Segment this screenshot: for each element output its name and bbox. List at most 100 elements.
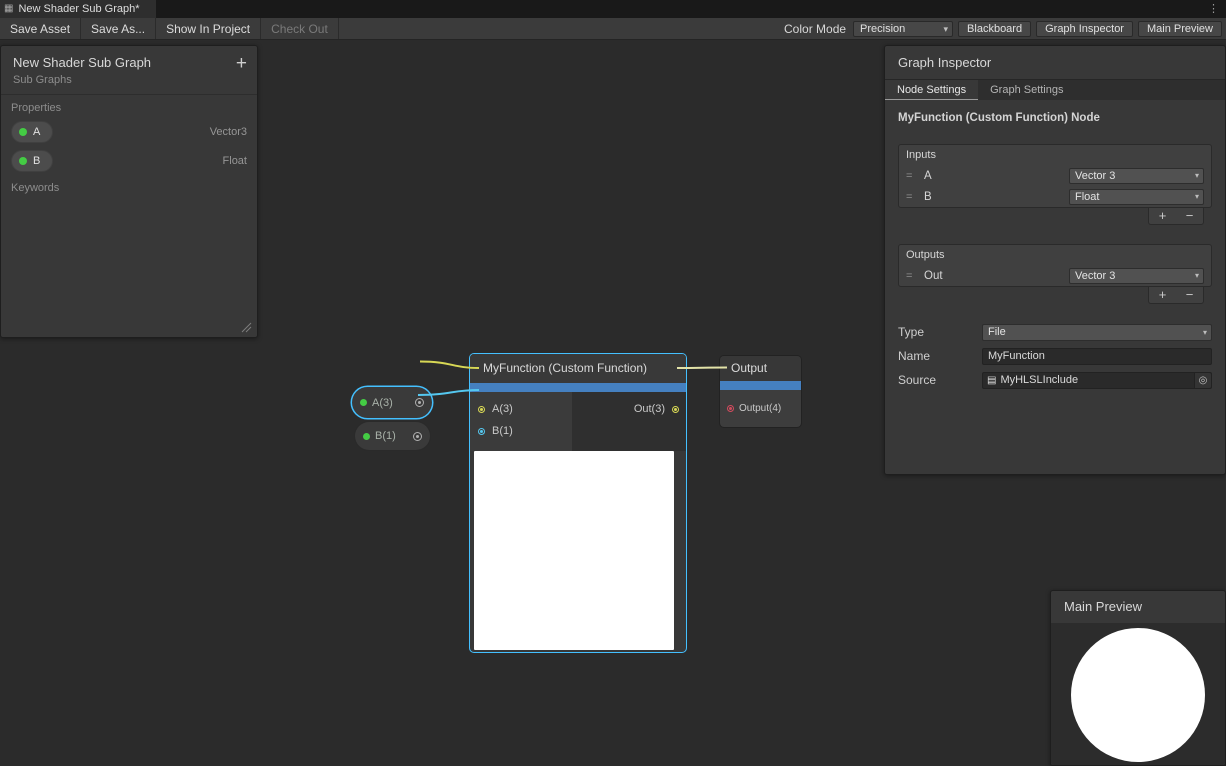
output-port-out[interactable]: Out(3)	[572, 398, 686, 420]
graph-inspector-panel: Graph Inspector Node Settings Graph Sett…	[884, 45, 1226, 475]
save-asset-button[interactable]: Save Asset	[0, 18, 81, 39]
add-property-button[interactable]: +	[236, 55, 247, 73]
property-node-label: A(3)	[372, 397, 393, 409]
node-myfunction[interactable]: MyFunction (Custom Function) A(3) B(1) O…	[470, 354, 686, 652]
input-name: B	[924, 191, 932, 203]
chevron-down-icon: ▾	[944, 22, 949, 36]
property-row-a[interactable]: A Vector3	[1, 117, 257, 146]
main-preview-panel: Main Preview	[1050, 590, 1226, 766]
precision-dropdown-value: Precision	[860, 23, 905, 35]
port-dot-vector4-icon[interactable]	[727, 405, 734, 412]
check-out-button: Check Out	[261, 18, 339, 39]
port-dot-vector3-icon[interactable]	[672, 406, 679, 413]
dropdown-value: Float	[1075, 191, 1099, 203]
name-field-row: Name MyFunction	[898, 347, 1212, 365]
main-preview-title[interactable]: Main Preview	[1051, 591, 1225, 623]
dropdown-value: Vector 3	[1075, 270, 1115, 282]
input-row-a[interactable]: = A Vector 3 ▾	[899, 165, 1211, 186]
chevron-down-icon: ▾	[1195, 270, 1199, 282]
input-type-dropdown[interactable]: Float ▾	[1069, 189, 1204, 205]
port-dot-float-icon[interactable]	[478, 428, 485, 435]
output-port-column: Out(3)	[572, 392, 686, 451]
main-preview-toggle-button[interactable]: Main Preview	[1138, 21, 1222, 37]
dropdown-value: File	[988, 326, 1006, 338]
exposed-dot-icon	[19, 128, 27, 136]
output-type-dropdown[interactable]: Vector 3 ▾	[1069, 268, 1204, 284]
drag-handle-icon[interactable]: =	[906, 170, 918, 182]
save-as-button[interactable]: Save As...	[81, 18, 156, 39]
inputs-list: Inputs = A Vector 3 ▾ = B Float ▾	[898, 144, 1212, 208]
document-tab[interactable]: ▦ New Shader Sub Graph*	[0, 0, 156, 18]
node-output[interactable]: Output Output(4)	[720, 356, 801, 427]
output-socket-icon[interactable]	[413, 432, 422, 441]
blackboard-subtitle: Sub Graphs	[13, 74, 245, 86]
exposed-dot-icon	[360, 399, 367, 406]
keywords-section-label: Keywords	[1, 175, 257, 197]
inputs-list-footer: + −	[1148, 208, 1204, 225]
tab-graph-settings[interactable]: Graph Settings	[978, 80, 1075, 100]
blackboard-panel: New Shader Sub Graph Sub Graphs + Proper…	[0, 45, 258, 338]
name-input[interactable]: MyFunction	[982, 348, 1212, 365]
resize-grip[interactable]	[241, 322, 252, 333]
graph-toolbar: Save Asset Save As... Show In Project Ch…	[0, 18, 1226, 40]
input-port-a[interactable]: A(3)	[470, 398, 572, 420]
graph-inspector-title[interactable]: Graph Inspector	[885, 46, 1225, 79]
property-pill[interactable]: A	[11, 121, 53, 143]
tab-title: New Shader Sub Graph*	[18, 3, 139, 15]
property-node-a[interactable]: A(3)	[352, 387, 432, 418]
property-name: A	[33, 126, 40, 138]
source-label: Source	[898, 373, 982, 387]
property-type-label: Float	[223, 155, 247, 167]
chevron-down-icon: ▾	[1195, 170, 1199, 182]
show-in-project-button[interactable]: Show In Project	[156, 18, 261, 39]
chevron-down-icon: ▾	[1195, 191, 1199, 203]
blackboard-toggle-button[interactable]: Blackboard	[958, 21, 1031, 37]
object-picker-icon[interactable]: ◎	[1194, 373, 1211, 388]
output-socket-icon[interactable]	[415, 398, 424, 407]
graph-inspector-toggle-button[interactable]: Graph Inspector	[1036, 21, 1133, 37]
outputs-list-footer: + −	[1148, 287, 1204, 304]
node-title[interactable]: MyFunction (Custom Function)	[470, 354, 686, 383]
unity-logo-icon: ▦	[4, 0, 13, 18]
type-dropdown[interactable]: File ▾	[982, 324, 1212, 341]
window-tab-bar: ▦ New Shader Sub Graph* ⋮	[0, 0, 1226, 18]
exposed-dot-icon	[19, 157, 27, 165]
input-type-dropdown[interactable]: Vector 3 ▾	[1069, 168, 1204, 184]
property-row-b[interactable]: B Float	[1, 146, 257, 175]
port-dot-vector3-icon[interactable]	[478, 406, 485, 413]
output-row-out[interactable]: = Out Vector 3 ▾	[899, 265, 1211, 286]
blackboard-header[interactable]: New Shader Sub Graph Sub Graphs +	[1, 46, 257, 95]
output-name: Out	[924, 270, 943, 282]
tab-node-settings[interactable]: Node Settings	[885, 80, 978, 100]
add-input-button[interactable]: +	[1149, 208, 1176, 224]
input-row-b[interactable]: = B Float ▾	[899, 186, 1211, 207]
source-object-field[interactable]: ▤ MyHLSLInclude ◎	[982, 372, 1212, 389]
input-port-b[interactable]: B(1)	[470, 420, 572, 442]
main-preview-viewport[interactable]	[1051, 623, 1225, 765]
properties-section-label: Properties	[1, 95, 257, 117]
node-preview-area	[470, 451, 686, 652]
remove-output-button[interactable]: −	[1176, 287, 1203, 303]
outputs-list: Outputs = Out Vector 3 ▾ + −	[898, 244, 1212, 287]
blackboard-title: New Shader Sub Graph	[13, 55, 245, 70]
node-title[interactable]: Output	[720, 356, 801, 381]
name-label: Name	[898, 349, 982, 363]
remove-input-button[interactable]: −	[1176, 208, 1203, 224]
property-node-label: B(1)	[375, 430, 396, 442]
property-type-label: Vector3	[210, 126, 247, 138]
inspector-tabs: Node Settings Graph Settings	[885, 79, 1225, 100]
source-field-row: Source ▤ MyHLSLInclude ◎	[898, 371, 1212, 389]
add-output-button[interactable]: +	[1149, 287, 1176, 303]
exposed-dot-icon	[363, 433, 370, 440]
precision-dropdown[interactable]: Precision ▾	[853, 21, 953, 37]
property-name: B	[33, 155, 40, 167]
node-color-strip	[470, 383, 686, 392]
file-icon: ▤	[987, 373, 996, 388]
shader-preview-image	[474, 451, 674, 650]
window-menu-icon[interactable]: ⋮	[1201, 0, 1226, 18]
property-pill[interactable]: B	[11, 150, 53, 172]
drag-handle-icon[interactable]: =	[906, 270, 918, 282]
property-node-b[interactable]: B(1)	[355, 422, 430, 450]
preview-sphere	[1071, 628, 1205, 762]
drag-handle-icon[interactable]: =	[906, 191, 918, 203]
